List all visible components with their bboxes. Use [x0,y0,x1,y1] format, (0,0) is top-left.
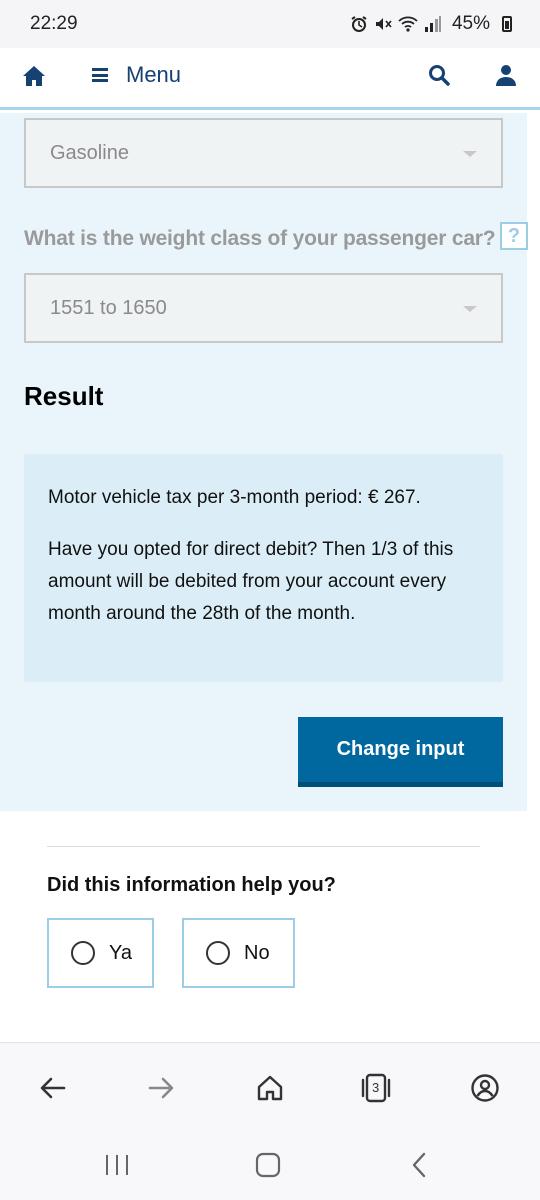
status-right: 45% [350,13,512,35]
fuel-type-select[interactable]: Gasoline [24,118,503,188]
status-time: 22:29 [30,13,78,34]
menu-label: Menu [126,62,182,87]
back-icon[interactable] [405,1150,435,1180]
battery-percent: 45% [451,13,490,34]
feedback-option-yes[interactable]: Ya [47,918,154,988]
chevron-down-icon [463,306,477,312]
result-box: Motor vehicle tax per 3-month period: € … [24,454,503,682]
menu-button[interactable]: Menu [92,62,181,88]
feedback-question: Did this information help you? [47,874,336,896]
radio-icon [206,941,230,965]
signal-icon [424,16,441,32]
status-bar: 22:29 45% [0,0,540,48]
radio-icon [71,941,95,965]
search-icon[interactable] [428,64,450,86]
account-icon[interactable] [470,1073,500,1103]
divider [47,846,480,847]
home-icon[interactable] [255,1073,285,1103]
site-header: Menu [0,48,540,110]
status-icons [350,15,442,33]
tabs-button[interactable]: 3 [361,1073,391,1103]
alarm-icon [351,16,367,32]
battery-icon [502,16,512,32]
feedback-option-no[interactable]: No [182,918,295,988]
weight-class-select[interactable]: 1551 to 1650 [24,273,503,343]
feedback-option-label: Ya [109,941,132,964]
fuel-type-value: Gasoline [50,141,129,164]
form-panel: Gasoline What is the weight class of you… [0,113,528,811]
direct-debit-text: Have you opted for direct debit? Then 1/… [48,539,454,624]
home-icon[interactable] [22,64,46,88]
user-icon[interactable] [494,63,518,87]
tax-amount-text: Motor vehicle tax per 3-month period: € … [48,487,421,508]
recent-apps-icon[interactable] [102,1150,132,1180]
hamburger-icon [92,68,108,82]
help-button[interactable]: ? [500,222,528,250]
mute-icon [375,18,392,30]
wifi-icon [398,16,418,32]
system-navigation-bar [0,1132,540,1200]
weight-class-value: 1551 to 1650 [50,296,167,319]
forward-arrow-icon[interactable] [146,1073,176,1103]
browser-toolbar: 3 [0,1042,540,1132]
feedback-option-label: No [244,941,270,964]
result-heading: Result [24,381,104,411]
back-arrow-icon[interactable] [38,1073,68,1103]
home-button-icon[interactable] [253,1150,283,1180]
tabs-count: 3 [372,1080,380,1095]
change-input-button[interactable]: Change input [298,717,503,787]
chevron-down-icon [463,151,477,157]
weight-class-question: What is the weight class of your passeng… [24,227,496,250]
